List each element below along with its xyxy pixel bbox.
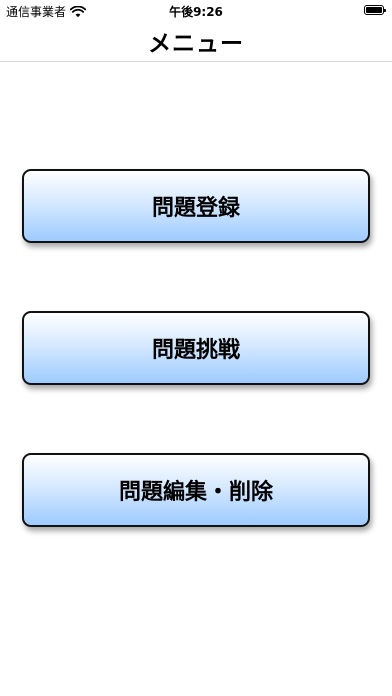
battery-icon: [364, 5, 386, 15]
challenge-question-button[interactable]: 問題挑戦: [22, 311, 370, 385]
status-bar: 通信事業者 午後9:26: [0, 0, 392, 22]
battery-level-fill: [366, 7, 382, 13]
page-title: メニュー: [148, 31, 244, 57]
edit-delete-question-button[interactable]: 問題編集・削除: [22, 453, 370, 527]
status-time: 午後9:26: [169, 5, 223, 19]
navigation-bar: メニュー: [0, 22, 392, 62]
register-question-button[interactable]: 問題登録: [22, 169, 370, 243]
